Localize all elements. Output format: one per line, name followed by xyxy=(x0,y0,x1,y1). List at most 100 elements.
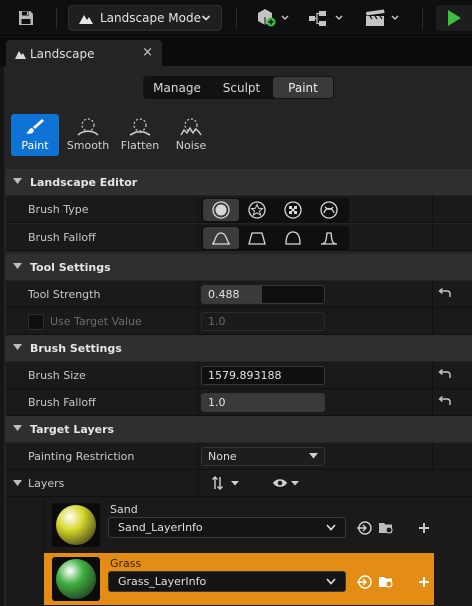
reset-to-default-icon[interactable] xyxy=(438,288,451,299)
paint-tool-button[interactable]: Paint xyxy=(11,114,59,156)
reset-to-default-icon[interactable] xyxy=(438,396,451,407)
section-title: Tool Settings xyxy=(30,260,111,274)
smooth-icon xyxy=(77,118,99,136)
tab-title: Landscape xyxy=(30,46,95,61)
layer-info-dropdown[interactable]: Sand_LayerInfo xyxy=(108,517,346,538)
falloff-spherical-button[interactable] xyxy=(275,227,311,249)
falloff-linear-button[interactable] xyxy=(239,227,275,249)
tool-strength-label: Tool Strength xyxy=(28,288,101,301)
layer-info-value: Sand_LayerInfo xyxy=(118,521,203,534)
layer-thumbnail xyxy=(52,503,100,547)
toolbar-divider xyxy=(422,7,423,29)
section-title: Landscape Editor xyxy=(30,175,138,189)
tool-label: Noise xyxy=(175,139,207,152)
noise-tool-button[interactable]: Noise xyxy=(167,114,215,156)
section-target-layers[interactable]: Target Layers xyxy=(6,416,472,442)
smooth-tool-button[interactable]: Smooth xyxy=(64,114,112,156)
add-content-button[interactable] xyxy=(252,5,294,31)
layer-thumbnail xyxy=(52,557,100,601)
use-target-value-checkbox[interactable] xyxy=(28,314,44,330)
add-layer-icon[interactable] xyxy=(418,522,430,534)
brush-type-circle-button[interactable] xyxy=(203,199,239,221)
sort-layers-button[interactable] xyxy=(212,475,240,494)
falloff-smooth-button[interactable] xyxy=(203,227,239,249)
brush-type-alpha-button[interactable] xyxy=(239,199,275,221)
add-layer-icon[interactable] xyxy=(418,576,430,588)
section-title: Target Layers xyxy=(30,422,115,436)
play-icon xyxy=(448,10,461,26)
tool-strength-row: Tool Strength 0.488 xyxy=(6,281,472,308)
brush-falloff-input[interactable]: 1.0 xyxy=(201,393,325,412)
save-button[interactable] xyxy=(8,5,44,31)
tip-falloff-icon xyxy=(320,232,338,245)
toolbar-divider xyxy=(236,7,237,29)
painting-restriction-dropdown[interactable]: None xyxy=(201,447,325,466)
tab-sculpt[interactable]: Sculpt xyxy=(210,77,273,98)
tab-landscape[interactable]: Landscape × xyxy=(6,40,162,67)
panel-tab-bar: Landscape × xyxy=(0,37,472,67)
layer-item-grass[interactable]: Grass Grass_LayerInfo xyxy=(44,553,434,605)
component-brush-icon xyxy=(320,201,338,219)
landscape-panel: Manage Sculpt Paint Paint Smooth Flatten xyxy=(4,66,472,606)
reset-to-default-icon[interactable] xyxy=(438,369,451,380)
chevron-down-icon xyxy=(326,578,336,585)
brush-size-row: Brush Size 1579.893188 xyxy=(6,362,472,389)
star-brush-icon xyxy=(248,201,266,219)
falloff-tip-button[interactable] xyxy=(311,227,347,249)
tab-manage[interactable]: Manage xyxy=(144,77,210,98)
mode-label: Landscape Mode xyxy=(100,11,201,25)
chevron-down-icon xyxy=(201,15,211,21)
chevron-down-icon xyxy=(326,524,336,531)
brush-type-selector xyxy=(201,198,349,222)
section-tool-settings[interactable]: Tool Settings xyxy=(6,254,472,280)
landscape-mode-icon xyxy=(79,15,93,24)
target-value: 1.0 xyxy=(208,315,226,328)
layer-visibility-button[interactable] xyxy=(272,475,300,494)
brush-icon xyxy=(26,119,44,134)
brush-type-component-button[interactable] xyxy=(311,199,347,221)
expand-arrow-icon[interactable] xyxy=(13,480,22,487)
brush-type-label: Brush Type xyxy=(28,203,89,216)
collapse-arrow-icon xyxy=(13,263,22,269)
cinematics-button[interactable] xyxy=(362,5,404,31)
brush-falloff-value: 1.0 xyxy=(208,396,226,409)
layer-name: Sand xyxy=(110,503,138,516)
brush-size-label: Brush Size xyxy=(28,369,86,382)
section-landscape-editor[interactable]: Landscape Editor xyxy=(6,169,472,195)
sand-material-preview xyxy=(56,505,96,545)
flatten-tool-button[interactable]: Flatten xyxy=(116,114,164,156)
play-button[interactable] xyxy=(436,5,472,31)
flatten-icon xyxy=(129,118,151,136)
layer-info-dropdown[interactable]: Grass_LayerInfo xyxy=(108,571,346,592)
collapse-arrow-icon xyxy=(13,178,22,184)
brush-falloff-type-label: Brush Falloff xyxy=(28,231,96,244)
tool-label: Paint xyxy=(21,139,49,152)
layer-info-value: Grass_LayerInfo xyxy=(118,575,207,588)
brush-type-pattern-button[interactable] xyxy=(275,199,311,221)
add-actor-icon xyxy=(258,9,289,27)
blueprint-button[interactable] xyxy=(306,5,348,31)
section-brush-settings[interactable]: Brush Settings xyxy=(6,335,472,361)
layer-item-sand[interactable]: Sand Sand_LayerInfo xyxy=(44,499,434,551)
tab-paint[interactable]: Paint xyxy=(273,77,333,98)
grass-material-preview xyxy=(56,559,96,599)
painting-restriction-row: Painting Restriction None xyxy=(6,443,472,470)
toolbar-divider xyxy=(56,7,57,29)
brush-size-input[interactable]: 1579.893188 xyxy=(201,366,325,385)
blueprint-icon xyxy=(309,11,343,26)
use-selected-asset-icon[interactable] xyxy=(356,575,372,589)
browse-folder-icon[interactable] xyxy=(378,575,394,589)
mode-dropdown[interactable]: Landscape Mode xyxy=(68,5,222,31)
browse-folder-icon[interactable] xyxy=(378,521,394,535)
painting-restriction-value: None xyxy=(208,450,237,463)
collapse-arrow-icon xyxy=(13,344,22,350)
use-selected-asset-icon[interactable] xyxy=(356,521,372,535)
mode-tabs: Manage Sculpt Paint xyxy=(143,76,334,99)
tool-strength-slider[interactable]: 0.488 xyxy=(201,285,325,304)
collapse-arrow-icon xyxy=(13,425,22,431)
smooth-falloff-icon xyxy=(211,232,231,245)
close-tab-icon[interactable]: × xyxy=(142,45,153,60)
layer-list: Sand Sand_LayerInfo Grass Grass_LayerInf… xyxy=(6,497,472,606)
target-value-input: 1.0 xyxy=(201,312,325,331)
eye-icon xyxy=(273,479,299,487)
